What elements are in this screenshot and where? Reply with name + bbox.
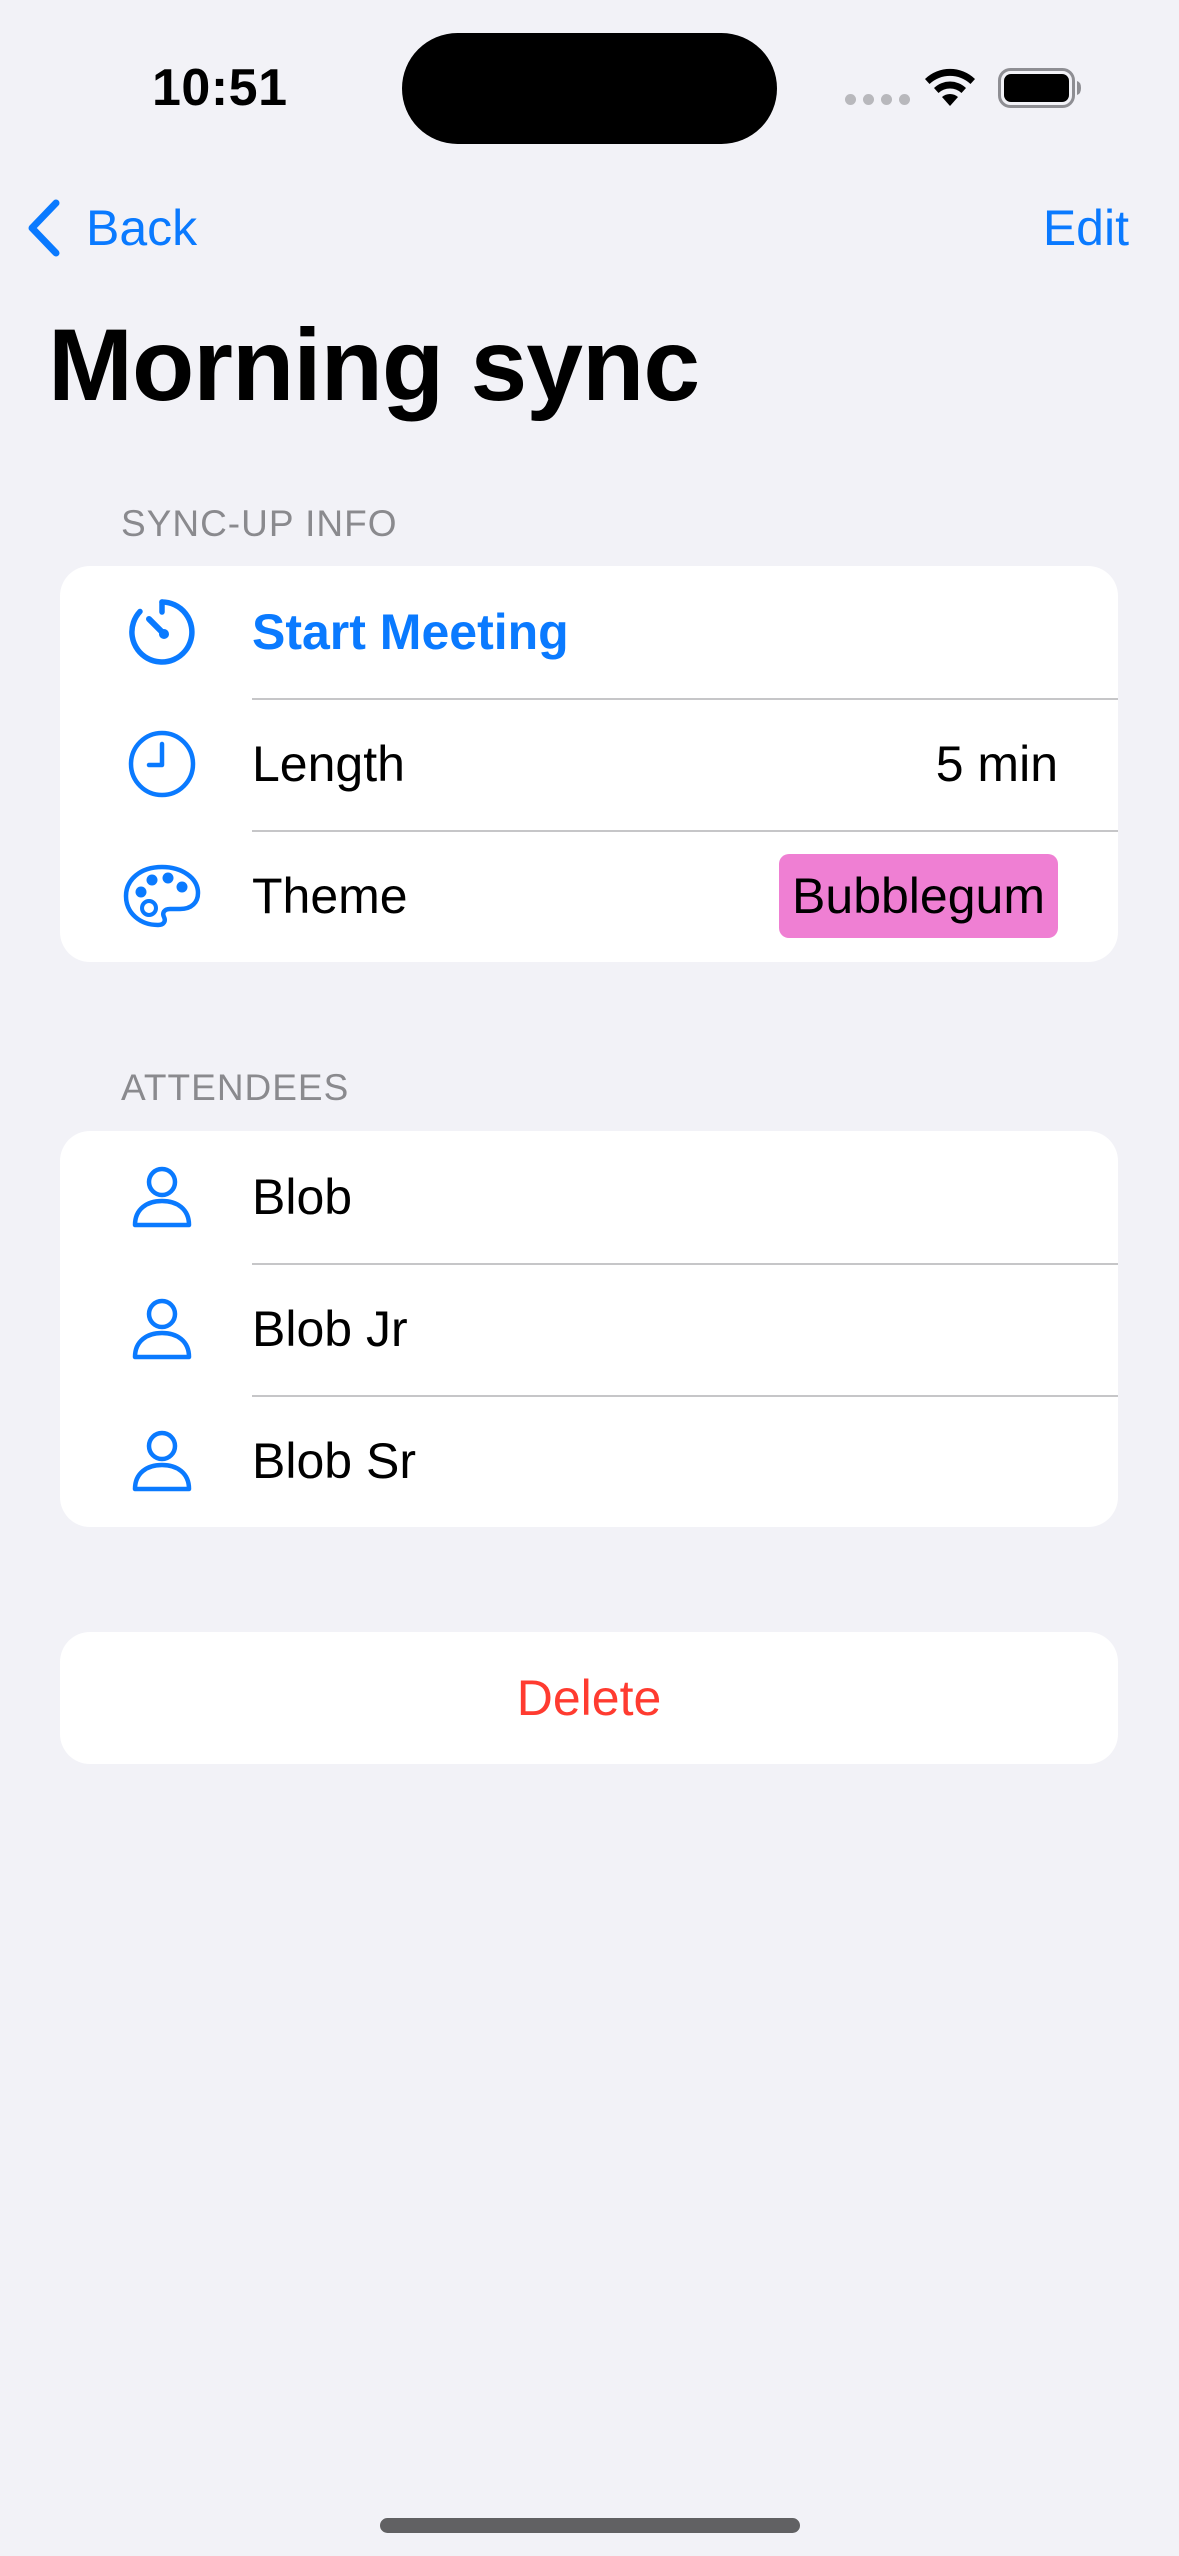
length-label: Length bbox=[252, 736, 405, 792]
dynamic-island bbox=[402, 33, 777, 144]
length-value: 5 min bbox=[935, 736, 1058, 792]
clock-icon bbox=[120, 722, 204, 806]
theme-badge: Bubblegum bbox=[779, 854, 1058, 938]
start-meeting-row[interactable]: Start Meeting bbox=[60, 566, 1118, 698]
start-meeting-label: Start Meeting bbox=[252, 604, 569, 660]
section-header-attendees: ATTENDEES bbox=[121, 1067, 350, 1108]
home-indicator[interactable] bbox=[380, 2518, 800, 2533]
attendee-name: Blob bbox=[252, 1169, 353, 1225]
delete-button[interactable]: Delete bbox=[60, 1632, 1118, 1764]
palette-icon bbox=[120, 854, 204, 938]
status-time: 10:51 bbox=[152, 59, 288, 117]
back-button[interactable]: Back bbox=[26, 196, 197, 260]
edit-button[interactable]: Edit bbox=[1043, 196, 1129, 260]
cellular-signal-icon bbox=[845, 94, 910, 105]
wifi-icon bbox=[925, 68, 975, 106]
theme-row: Theme Bubblegum bbox=[60, 830, 1118, 962]
page-title: Morning sync bbox=[48, 308, 700, 422]
attendee-name: Blob Sr bbox=[252, 1433, 416, 1489]
delete-label: Delete bbox=[516, 1670, 662, 1726]
timer-icon bbox=[120, 590, 204, 674]
attendee-row: Blob Sr bbox=[60, 1395, 1118, 1527]
back-label: Back bbox=[86, 200, 198, 256]
person-icon bbox=[120, 1155, 204, 1239]
chevron-left-icon bbox=[28, 199, 60, 257]
sync-up-info-card: Start Meeting Length 5 min Theme Bubbleg… bbox=[60, 566, 1118, 962]
attendees-card: Blob Blob Jr Blob Sr bbox=[60, 1131, 1118, 1527]
length-row: Length 5 min bbox=[60, 698, 1118, 830]
attendee-row: Blob bbox=[60, 1131, 1118, 1263]
theme-label: Theme bbox=[252, 868, 408, 924]
attendee-row: Blob Jr bbox=[60, 1263, 1118, 1395]
section-header-sync-up-info: SYNC-UP INFO bbox=[121, 503, 398, 544]
attendee-name: Blob Jr bbox=[252, 1301, 408, 1357]
person-icon bbox=[120, 1287, 204, 1371]
person-icon bbox=[120, 1419, 204, 1503]
battery-icon bbox=[998, 68, 1081, 108]
